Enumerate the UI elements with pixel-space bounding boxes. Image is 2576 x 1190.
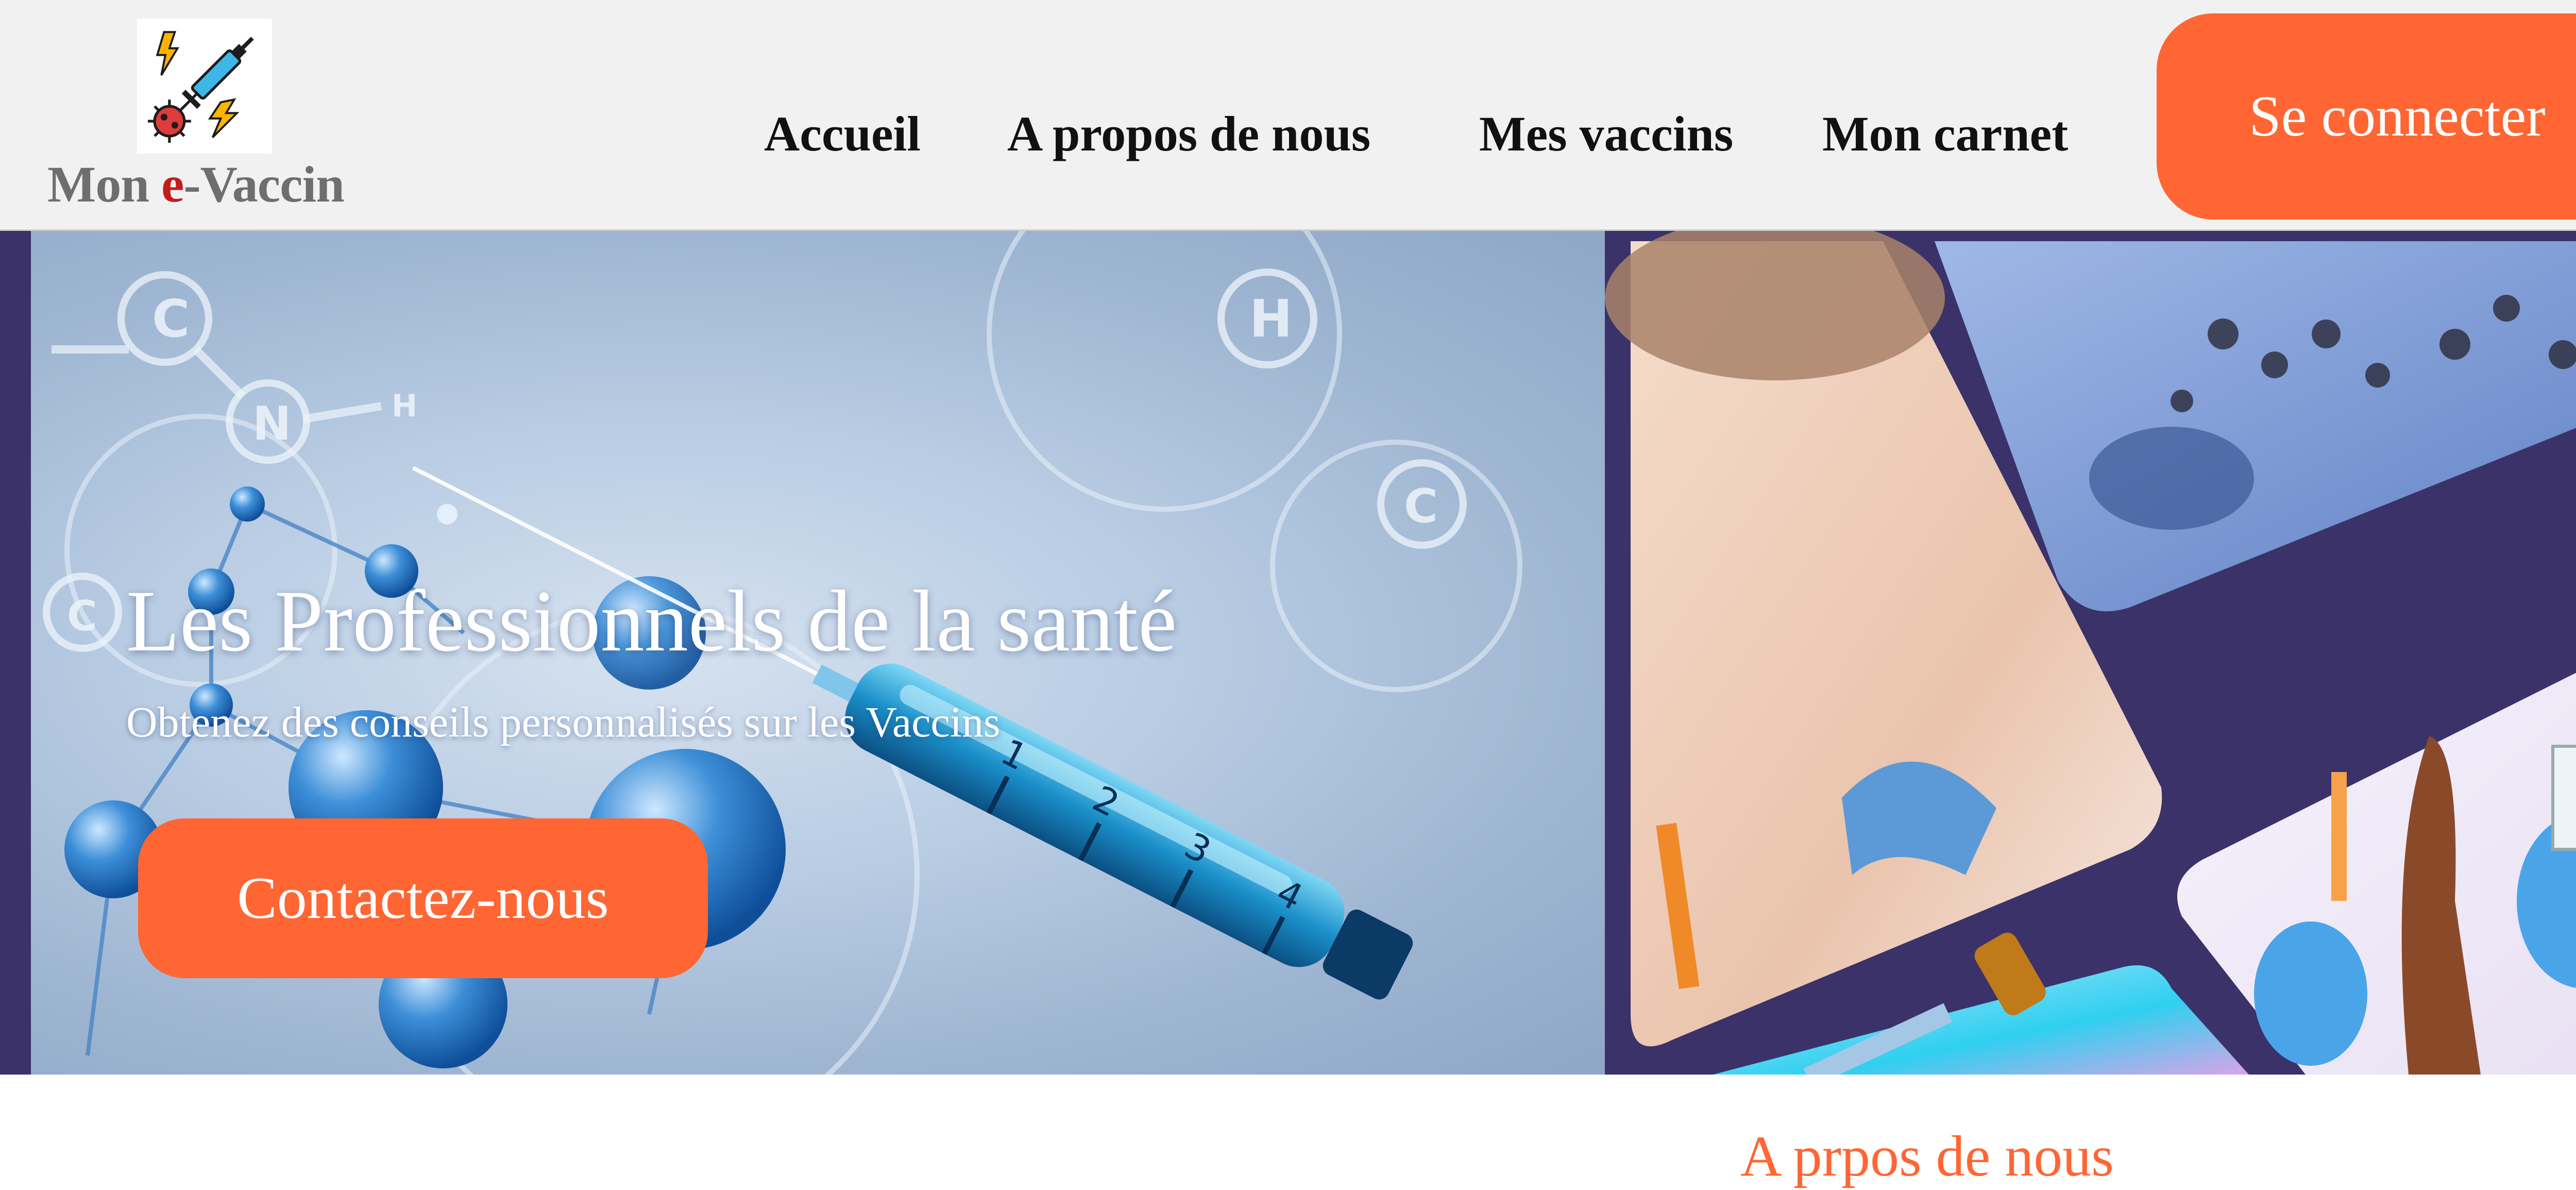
brand-name-suffix: -Vaccin xyxy=(183,156,345,213)
svg-text:H: H xyxy=(1249,289,1293,349)
nav-item-mon-carnet[interactable]: Mon carnet xyxy=(1822,98,2068,170)
brand-name[interactable]: Mon e-Vaccin xyxy=(47,155,345,214)
svg-text:H: H xyxy=(392,388,417,424)
hero-title: Les Professionnels de la santé xyxy=(126,573,1177,669)
svg-text:C: C xyxy=(67,592,97,640)
svg-text:N: N xyxy=(252,397,291,451)
site-header: Mon e-Vaccin Accueil A propos de nous Me… xyxy=(0,0,2576,231)
nav-item-mes-vaccins[interactable]: Mes vaccins xyxy=(1479,98,1733,170)
brand-name-accent: e xyxy=(161,156,184,213)
nav-item-accueil[interactable]: Accueil xyxy=(764,98,921,170)
nav-item-a-propos[interactable]: A propos de nous xyxy=(1007,98,1370,170)
vaccine-logo-icon[interactable] xyxy=(137,19,272,154)
brand-name-prefix: Mon xyxy=(47,156,161,213)
svg-text:C: C xyxy=(152,289,190,349)
hero-subtitle: Obtenez des conseils personnalisés sur l… xyxy=(126,698,1001,746)
hero-banner: C N H C C H 1 2 3 4 Les Professionnels d… xyxy=(0,231,2576,1075)
contact-button[interactable]: Contactez-nous xyxy=(138,818,708,978)
hero-collage xyxy=(1605,231,2576,1075)
login-button[interactable]: Se connecter xyxy=(2157,13,2576,220)
about-section-title: A prpos de nous xyxy=(1740,1125,2114,1188)
hero-image-syringe: C N H C C H 1 2 3 4 Les Professionnels d… xyxy=(31,231,1605,1075)
svg-text:C: C xyxy=(1404,479,1438,533)
